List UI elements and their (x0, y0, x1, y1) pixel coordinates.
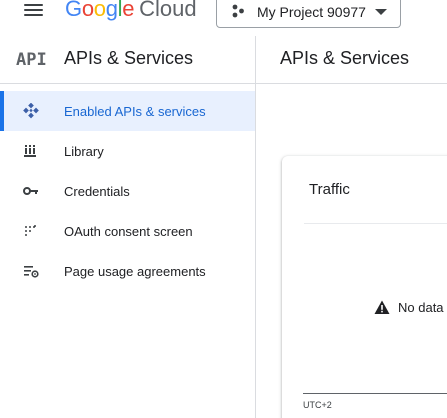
sidebar-item-label: Page usage agreements (64, 264, 206, 279)
sidebar-item-label: OAuth consent screen (64, 224, 193, 239)
no-data-text: No data (398, 300, 444, 315)
diamond-nodes-icon (23, 103, 39, 119)
hamburger-menu-icon[interactable] (24, 4, 46, 18)
sidebar-nav: Enabled APIs & services Library Credenti… (0, 91, 255, 291)
logo-cloud-text: Cloud (139, 0, 197, 21)
sidebar-item-label: Library (64, 144, 104, 159)
card-divider (304, 223, 447, 224)
settings-list-icon (24, 266, 39, 278)
logo-letter: o (93, 0, 106, 21)
google-cloud-logo[interactable]: Google Cloud (65, 0, 197, 26)
project-selector-button[interactable]: My Project 90977 (216, 0, 401, 28)
sidebar-item-label: Enabled APIs & services (64, 104, 206, 119)
logo-letter: o (81, 0, 94, 21)
warning-icon (374, 300, 390, 314)
card-title: Traffic (309, 181, 350, 198)
page-title: APIs & Services (280, 48, 410, 68)
sidebar-item-page-usage[interactable]: Page usage agreements (0, 251, 255, 291)
sidebar-item-library[interactable]: Library (0, 131, 255, 171)
no-data-notice: No data (374, 300, 444, 315)
sidebar-item-label: Credentials (64, 184, 130, 199)
sidebar-item-oauth-consent[interactable]: OAuth consent screen (0, 211, 255, 251)
library-icon (24, 145, 36, 157)
top-bar: Google Cloud My Project 90977 (0, 0, 447, 36)
api-badge-icon: API (16, 50, 47, 70)
header-divider (0, 83, 447, 84)
project-dots-icon (232, 4, 244, 18)
key-icon (23, 187, 38, 195)
dotted-grid-icon (25, 225, 36, 236)
logo-letter: G (65, 0, 82, 21)
logo-google-text: Google (65, 0, 134, 22)
chart-axis-line (303, 393, 447, 394)
project-name: My Project 90977 (257, 4, 366, 20)
sidebar-divider (255, 36, 256, 418)
sidebar-title: APIs & Services (64, 48, 194, 68)
logo-letter: e (122, 0, 135, 21)
timezone-label: UTC+2 (303, 400, 332, 410)
caret-down-icon (375, 9, 387, 15)
sidebar-item-enabled-apis[interactable]: Enabled APIs & services (0, 91, 255, 131)
sidebar-item-credentials[interactable]: Credentials (0, 171, 255, 211)
sidebar-header: API APIs & Services (0, 36, 255, 83)
traffic-card: Traffic No data UTC+2 (282, 156, 447, 418)
logo-letter: g (105, 0, 118, 21)
